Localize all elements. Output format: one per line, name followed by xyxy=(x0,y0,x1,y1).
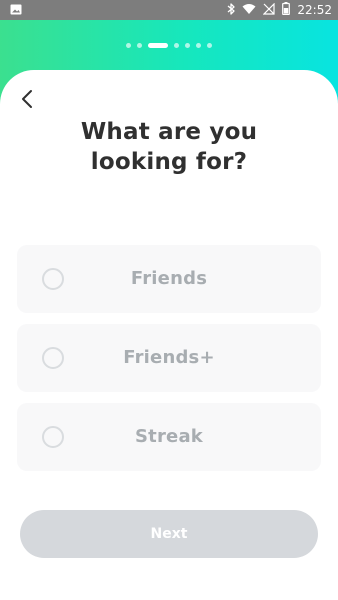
radio-button[interactable] xyxy=(42,347,64,369)
radio-button[interactable] xyxy=(42,426,64,448)
status-icons: 22:52 xyxy=(227,2,332,18)
progress-dot xyxy=(196,43,201,48)
status-time: 22:52 xyxy=(297,3,332,17)
no-signal-icon xyxy=(262,2,276,18)
option-label: Friends+ xyxy=(123,347,215,368)
option-label: Streak xyxy=(135,426,203,447)
chevron-left-icon xyxy=(20,89,34,113)
battery-icon xyxy=(282,2,291,18)
progress-dot xyxy=(137,43,142,48)
back-button[interactable] xyxy=(14,88,40,114)
option-friends-plus[interactable]: Friends+ xyxy=(17,324,321,392)
bluetooth-icon xyxy=(227,2,236,18)
progress-dot xyxy=(174,43,179,48)
radio-button[interactable] xyxy=(42,268,64,290)
wifi-icon xyxy=(242,3,256,18)
option-label: Friends xyxy=(130,268,208,289)
progress-dot xyxy=(126,43,131,48)
status-bar: 22:52 xyxy=(0,0,338,20)
progress-dot xyxy=(207,43,212,48)
progress-indicator xyxy=(0,43,338,48)
option-streak[interactable]: Streak xyxy=(17,403,321,471)
option-friends[interactable]: Friends xyxy=(17,245,321,313)
progress-dot xyxy=(185,43,190,48)
next-button[interactable]: Next xyxy=(20,510,318,558)
image-icon xyxy=(10,4,22,15)
question-title: What are you looking for? xyxy=(80,119,258,175)
progress-dot-active xyxy=(148,43,168,48)
